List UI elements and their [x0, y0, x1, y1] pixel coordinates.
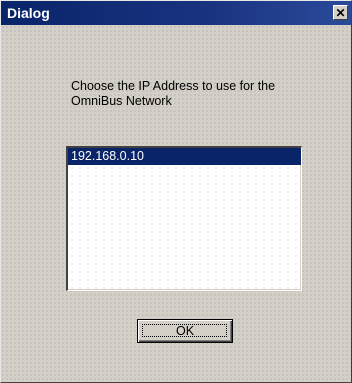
dialog-window: Dialog ✕ Choose the IP Address to use fo…	[0, 0, 352, 383]
title-bar[interactable]: Dialog ✕	[1, 1, 351, 25]
close-icon: ✕	[335, 5, 346, 20]
ok-button-label: OK	[175, 324, 195, 338]
list-item[interactable]: 192.168.0.10	[68, 148, 301, 165]
window-title: Dialog	[7, 5, 50, 21]
close-button[interactable]: ✕	[333, 5, 348, 20]
prompt-line-2: OmniBus Network	[71, 94, 172, 108]
ok-button[interactable]: OK	[137, 319, 233, 343]
prompt-text: Choose the IP Address to use for the Omn…	[71, 79, 331, 109]
prompt-line-1: Choose the IP Address to use for the	[71, 79, 276, 93]
ip-address-list[interactable]: 192.168.0.10	[66, 146, 302, 291]
